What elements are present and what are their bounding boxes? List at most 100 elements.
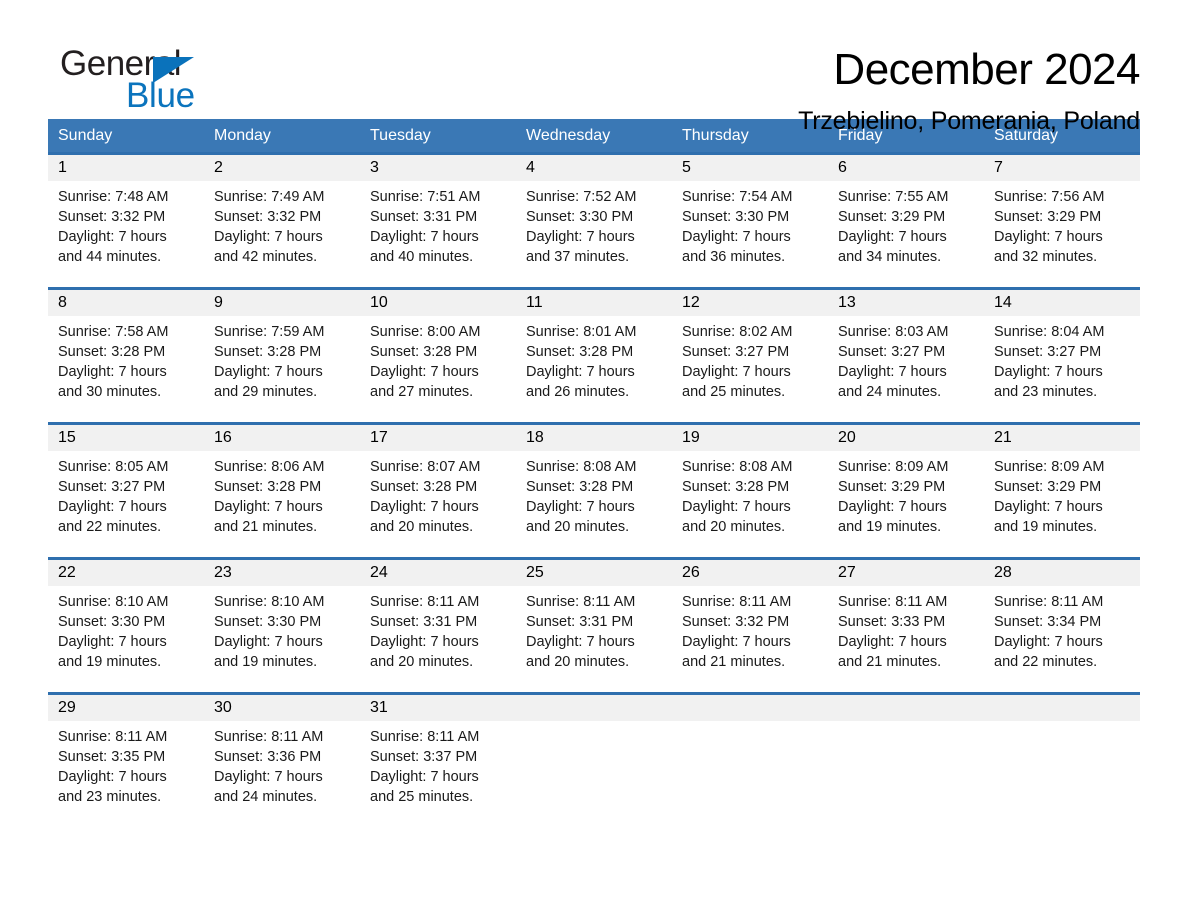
daylight-line1-text: Daylight: 7 hours (370, 769, 479, 785)
day-number-8[interactable]: 8 (48, 290, 204, 316)
day-cell-7[interactable]: Sunrise: 7:56 AM Sunset: 3:29 PM Daylight:… (984, 181, 1140, 275)
day-number-12[interactable]: 12 (672, 290, 828, 316)
day-number-13[interactable]: 13 (828, 290, 984, 316)
weekday-header-thursday: Thursday (682, 127, 749, 144)
day-cell-28[interactable]: Sunrise: 8:11 AM Sunset: 3:34 PM Daylight:… (984, 586, 1140, 680)
day-number-4[interactable]: 4 (516, 155, 672, 181)
sunset-text: Sunset: 3:32 PM (682, 614, 790, 630)
day-cell-17[interactable]: Sunrise: 8:07 AM Sunset: 3:28 PM Daylight:… (360, 451, 516, 545)
day-number-28[interactable]: 28 (984, 560, 1140, 586)
day-cell-22[interactable]: Sunrise: 8:10 AM Sunset: 3:30 PM Daylight:… (48, 586, 204, 680)
day-cell-16[interactable]: Sunrise: 8:06 AM Sunset: 3:28 PM Daylight:… (204, 451, 360, 545)
day-cell-8[interactable]: Sunrise: 7:58 AM Sunset: 3:28 PM Daylight:… (48, 316, 204, 410)
sunset-text: Sunset: 3:28 PM (682, 479, 790, 495)
sunrise-text: Sunrise: 8:09 AM (994, 459, 1105, 475)
daylight-line2-text: and 20 minutes. (682, 519, 786, 535)
day-cell-30[interactable]: Sunrise: 8:11 AM Sunset: 3:36 PM Daylight:… (204, 721, 360, 815)
day-cell-9[interactable]: Sunrise: 7:59 AM Sunset: 3:28 PM Daylight:… (204, 316, 360, 410)
day-number-14[interactable]: 14 (984, 290, 1140, 316)
sunrise-text: Sunrise: 8:11 AM (58, 729, 168, 745)
day-number-16[interactable]: 16 (204, 425, 360, 451)
day-number-band: 22 23 24 25 26 27 28 (48, 560, 1140, 586)
day-number-23[interactable]: 23 (204, 560, 360, 586)
day-cell-10[interactable]: Sunrise: 8:00 AM Sunset: 3:28 PM Daylight:… (360, 316, 516, 410)
sunrise-text: Sunrise: 7:52 AM (526, 189, 637, 205)
daylight-line2-text: and 44 minutes. (58, 249, 162, 265)
daylight-line2-text: and 25 minutes. (370, 789, 474, 805)
day-number-25[interactable]: 25 (516, 560, 672, 586)
day-number-5[interactable]: 5 (672, 155, 828, 181)
sunrise-text: Sunrise: 8:11 AM (370, 594, 480, 610)
daylight-line1-text: Daylight: 7 hours (994, 499, 1103, 515)
daylight-line2-text: and 19 minutes. (994, 519, 1098, 535)
day-number-22[interactable]: 22 (48, 560, 204, 586)
day-number-30[interactable]: 30 (204, 695, 360, 721)
daylight-line2-text: and 19 minutes. (58, 654, 162, 670)
general-blue-logo[interactable]: General Blue (48, 44, 248, 118)
day-number-7[interactable]: 7 (984, 155, 1140, 181)
day-number-24[interactable]: 24 (360, 560, 516, 586)
day-number-31[interactable]: 31 (360, 695, 516, 721)
day-number-29[interactable]: 29 (48, 695, 204, 721)
day-cell-14[interactable]: Sunrise: 8:04 AM Sunset: 3:27 PM Daylight:… (984, 316, 1140, 410)
day-number-15[interactable]: 15 (48, 425, 204, 451)
day-number-20[interactable]: 20 (828, 425, 984, 451)
daylight-line2-text: and 37 minutes. (526, 249, 630, 265)
day-cell-24[interactable]: Sunrise: 8:11 AM Sunset: 3:31 PM Daylight:… (360, 586, 516, 680)
sunrise-text: Sunrise: 7:59 AM (214, 324, 325, 340)
day-detail-band: Sunrise: 8:05 AM Sunset: 3:27 PM Daylight:… (48, 451, 1140, 545)
day-cell-29[interactable]: Sunrise: 8:11 AM Sunset: 3:35 PM Daylight:… (48, 721, 204, 815)
day-cell-2[interactable]: Sunrise: 7:49 AM Sunset: 3:32 PM Daylight:… (204, 181, 360, 275)
daylight-line1-text: Daylight: 7 hours (370, 499, 479, 515)
sunset-text: Sunset: 3:31 PM (370, 209, 478, 225)
day-cell-20[interactable]: Sunrise: 8:09 AM Sunset: 3:29 PM Daylight:… (828, 451, 984, 545)
day-cell-6[interactable]: Sunrise: 7:55 AM Sunset: 3:29 PM Daylight:… (828, 181, 984, 275)
sunrise-text: Sunrise: 8:10 AM (214, 594, 325, 610)
sunset-text: Sunset: 3:27 PM (838, 344, 946, 360)
day-number-6[interactable]: 6 (828, 155, 984, 181)
sunrise-text: Sunrise: 8:02 AM (682, 324, 793, 340)
weekday-header-monday: Monday (214, 127, 271, 144)
day-number-21[interactable]: 21 (984, 425, 1140, 451)
sunrise-text: Sunrise: 8:11 AM (214, 729, 324, 745)
sunset-text: Sunset: 3:30 PM (526, 209, 634, 225)
sunset-text: Sunset: 3:28 PM (370, 344, 478, 360)
day-cell-31[interactable]: Sunrise: 8:11 AM Sunset: 3:37 PM Daylight:… (360, 721, 516, 815)
day-cell-13[interactable]: Sunrise: 8:03 AM Sunset: 3:27 PM Daylight:… (828, 316, 984, 410)
calendar-page: General Blue December 2024 Trzebielino, … (0, 0, 1188, 918)
day-cell-15[interactable]: Sunrise: 8:05 AM Sunset: 3:27 PM Daylight:… (48, 451, 204, 545)
day-cell-19[interactable]: Sunrise: 8:08 AM Sunset: 3:28 PM Daylight:… (672, 451, 828, 545)
day-cell-23[interactable]: Sunrise: 8:10 AM Sunset: 3:30 PM Daylight:… (204, 586, 360, 680)
day-number-17[interactable]: 17 (360, 425, 516, 451)
day-cell-18[interactable]: Sunrise: 8:08 AM Sunset: 3:28 PM Daylight:… (516, 451, 672, 545)
day-cell-4[interactable]: Sunrise: 7:52 AM Sunset: 3:30 PM Daylight:… (516, 181, 672, 275)
day-number-26[interactable]: 26 (672, 560, 828, 586)
day-number-27[interactable]: 27 (828, 560, 984, 586)
day-number-band: 15 16 17 18 19 20 21 (48, 425, 1140, 451)
day-cell-1[interactable]: Sunrise: 7:48 AM Sunset: 3:32 PM Daylight:… (48, 181, 204, 275)
sunset-text: Sunset: 3:30 PM (214, 614, 322, 630)
day-cell-26[interactable]: Sunrise: 8:11 AM Sunset: 3:32 PM Daylight:… (672, 586, 828, 680)
day-cell-11[interactable]: Sunrise: 8:01 AM Sunset: 3:28 PM Daylight:… (516, 316, 672, 410)
daylight-line2-text: and 24 minutes. (838, 384, 942, 400)
sunset-text: Sunset: 3:30 PM (58, 614, 166, 630)
day-number-2[interactable]: 2 (204, 155, 360, 181)
daylight-line2-text: and 25 minutes. (682, 384, 786, 400)
day-cell-3[interactable]: Sunrise: 7:51 AM Sunset: 3:31 PM Daylight:… (360, 181, 516, 275)
day-number-18[interactable]: 18 (516, 425, 672, 451)
day-cell-25[interactable]: Sunrise: 8:11 AM Sunset: 3:31 PM Daylight:… (516, 586, 672, 680)
sunset-text: Sunset: 3:27 PM (994, 344, 1102, 360)
day-cell-21[interactable]: Sunrise: 8:09 AM Sunset: 3:29 PM Daylight:… (984, 451, 1140, 545)
day-number-11[interactable]: 11 (516, 290, 672, 316)
daylight-line1-text: Daylight: 7 hours (526, 364, 635, 380)
sunset-text: Sunset: 3:31 PM (526, 614, 634, 630)
day-cell-5[interactable]: Sunrise: 7:54 AM Sunset: 3:30 PM Daylight:… (672, 181, 828, 275)
day-number-3[interactable]: 3 (360, 155, 516, 181)
day-number-10[interactable]: 10 (360, 290, 516, 316)
day-number-19[interactable]: 19 (672, 425, 828, 451)
day-number-1[interactable]: 1 (48, 155, 204, 181)
day-number-9[interactable]: 9 (204, 290, 360, 316)
day-cell-27[interactable]: Sunrise: 8:11 AM Sunset: 3:33 PM Daylight:… (828, 586, 984, 680)
calendar-table: Sunday Monday Tuesday Wednesday Thursday Frid… (48, 119, 1140, 815)
day-cell-12[interactable]: Sunrise: 8:02 AM Sunset: 3:27 PM Daylight:… (672, 316, 828, 410)
